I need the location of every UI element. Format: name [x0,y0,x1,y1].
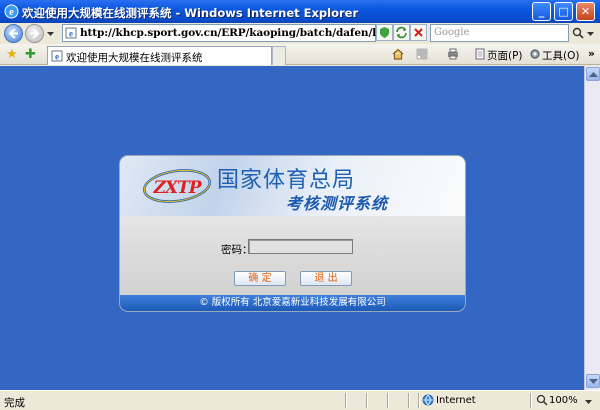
globe-icon [422,394,434,406]
copyright-footer: © 版权所有 北京爱嘉新业科技发展有限公司 [120,295,465,311]
new-tab-button[interactable] [272,46,286,65]
logo-text: ZXTP [153,178,201,198]
scroll-down-button[interactable] [586,374,600,388]
status-divider [418,393,419,408]
tools-menu[interactable]: 工具(O) [542,48,579,63]
zoom-dropdown-icon[interactable] [585,398,592,405]
zoom-icon[interactable] [536,394,548,406]
maximize-button[interactable]: □ [554,2,573,21]
status-bar: 完成 Internet 100% [0,390,600,410]
tab-current[interactable]: e 欢迎使用大规模在线测评系统 [47,46,272,65]
refresh-icon [396,26,407,39]
svg-text:e: e [9,7,14,18]
refresh-button[interactable] [393,24,410,41]
page-menu-icon[interactable] [474,48,486,60]
status-divider [530,393,531,408]
scroll-up-button[interactable] [586,67,600,81]
status-divider [366,393,367,408]
title-bar: e 欢迎使用大规模在线测评系统 - Windows Internet Explo… [0,0,600,23]
back-button[interactable] [4,24,23,43]
login-panel: ZXTP 国家体育总局 考核测评系统 密码： 确 定 退 出 © 版权所有 北京… [120,156,465,311]
status-divider [387,393,388,408]
status-divider [345,393,346,408]
scroll-up-icon [589,72,598,77]
zoom-level[interactable]: 100% [549,395,578,406]
tab-label: 欢迎使用大规模在线测评系统 [66,52,203,64]
page-menu[interactable]: 页面(P) [487,48,523,63]
minimize-button[interactable]: _ [532,2,551,21]
svg-text:e: e [69,29,73,39]
back-arrow-icon [8,28,18,39]
page-icon: e [65,27,77,39]
add-favorites-icon[interactable]: ✚ [25,47,36,62]
status-text: 完成 [4,397,25,409]
scroll-down-icon [589,379,598,384]
status-divider [408,393,409,408]
home-icon[interactable] [392,48,404,60]
address-url[interactable]: http://khcp.sport.gov.cn/ERP/kaoping/bat… [80,27,422,39]
compat-view-button[interactable] [376,24,393,41]
search-placeholder: Google [434,27,470,38]
confirm-button[interactable]: 确 定 [234,271,286,286]
search-icon[interactable] [572,27,584,39]
password-field[interactable] [248,239,353,254]
exit-button[interactable]: 退 出 [300,271,352,286]
svg-text:e: e [55,52,59,62]
tools-gear-icon[interactable] [529,48,541,60]
system-name: 考核测评系统 [286,194,389,213]
vertical-scrollbar[interactable] [584,66,600,390]
tab-page-icon: e [51,50,63,62]
forward-button[interactable] [25,24,44,43]
forward-arrow-icon [30,28,40,39]
security-zone[interactable]: Internet [436,395,476,406]
address-toolbar: e http://khcp.sport.gov.cn/ERP/kaoping/b… [0,23,600,43]
feeds-icon[interactable] [416,48,428,60]
address-bar[interactable]: e http://khcp.sport.gov.cn/ERP/kaoping/b… [62,24,422,42]
login-header: ZXTP 国家体育总局 考核测评系统 [120,156,465,216]
search-options-dropdown-icon[interactable] [587,30,594,37]
print-icon[interactable] [447,48,459,60]
shield-icon [380,27,389,38]
more-commands-icon[interactable]: » [588,48,595,60]
history-dropdown-icon[interactable] [47,30,54,37]
stop-button[interactable] [410,24,427,41]
close-button[interactable]: ✕ [576,2,595,21]
window-title: 欢迎使用大规模在线测评系统 - Windows Internet Explore… [22,6,359,20]
stop-icon [414,28,423,37]
favorites-star-icon[interactable]: ★ [6,47,18,62]
search-box[interactable]: Google [430,24,569,42]
page-content: ZXTP 国家体育总局 考核测评系统 密码： 确 定 退 出 © 版权所有 北京… [0,66,584,390]
ie-logo-icon: e [4,4,19,19]
tab-toolbar: ★ ✚ e 欢迎使用大规模在线测评系统 页面(P) 工具(O) » [0,44,600,65]
